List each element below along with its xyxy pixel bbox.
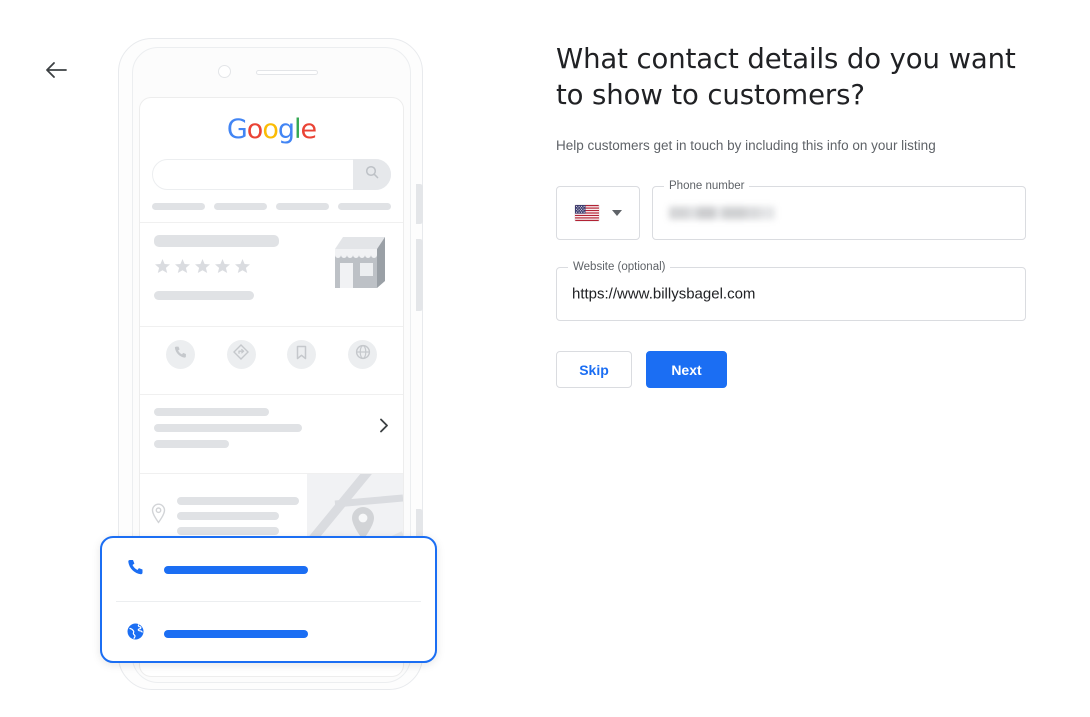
google-logo: Google [226,114,317,145]
info-list-row [140,395,403,461]
back-button[interactable] [36,50,76,90]
phone-side-button [416,239,423,311]
chevron-down-icon [611,210,622,216]
business-category-placeholder [154,291,254,300]
globe-icon [126,622,145,646]
phone-number-redacted-value [669,206,775,220]
next-button[interactable]: Next [646,351,727,388]
star-icon [194,258,211,280]
skip-button[interactable]: Skip [556,351,632,388]
phone-number-label: Phone number [664,180,750,193]
bookmark-icon [295,345,308,365]
business-name-placeholder [154,235,279,247]
chevron-right-icon [379,418,389,439]
call-action-button [165,340,195,369]
phone-number-field[interactable]: Phone number [652,180,1026,240]
search-bar [152,159,391,190]
page-title: What contact details do you want to show… [556,43,1016,111]
website-label: Website (optional) [568,261,671,274]
callout-phone-row [102,538,435,601]
star-icon [154,258,171,280]
quick-actions-row [140,327,403,382]
website-value: https://www.billysbagel.com [572,285,756,303]
business-summary-card [140,223,403,314]
location-pin-icon [150,503,167,529]
signup-contact-details-screen: Google What contact details do you want … [0,0,1090,717]
storefront-icon [329,235,391,295]
website-field[interactable]: Website (optional) https://www.billysbag… [556,261,1026,321]
callout-phone-placeholder [164,565,308,574]
website-globe-icon [355,344,371,365]
us-flag-icon [574,205,599,221]
phone-field-row: Phone number [556,180,1026,240]
phone-preview-illustration: Google [100,38,443,698]
filter-chips-placeholder [152,203,391,210]
contact-details-callout [100,536,437,663]
directions-icon [233,344,250,365]
country-code-selector[interactable] [556,186,640,240]
search-icon [365,165,379,184]
directions-action-button [226,340,256,369]
phone-speaker [256,70,318,75]
phone-camera-icon [218,65,231,78]
form-actions: Skip Next [556,351,1026,388]
contact-details-form: What contact details do you want to show… [556,41,1026,388]
star-icon [214,258,231,280]
callout-website-placeholder [164,629,308,638]
call-icon [173,345,188,365]
star-icon [174,258,191,280]
page-subtitle: Help customers get in touch by including… [556,138,936,153]
star-icon [234,258,251,280]
website-action-button [348,340,378,369]
arrow-left-icon [45,61,67,79]
bookmark-action-button [287,340,317,369]
phone-side-button [416,184,423,224]
callout-website-row [102,602,435,665]
phone-icon [126,558,145,582]
search-button [353,159,391,190]
